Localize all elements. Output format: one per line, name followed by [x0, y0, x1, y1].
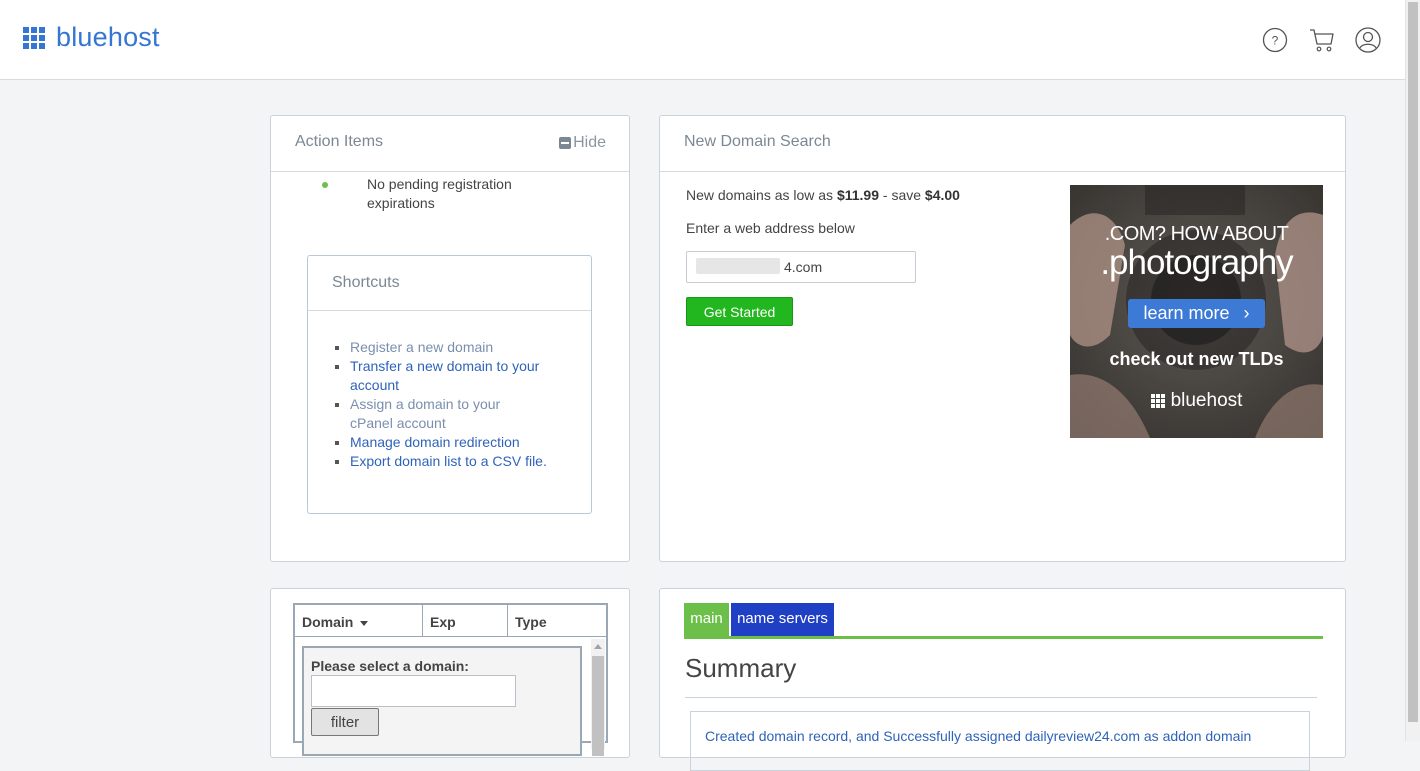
shortcut-item: Manage domain redirection — [350, 433, 580, 452]
domain-search-panel: New Domain Search New domains as low as … — [659, 115, 1346, 562]
domain-table: Domain Exp Type Please select a domain: … — [293, 603, 608, 756]
domain-table-header: Domain Exp Type — [295, 605, 606, 637]
action-items-title: Action Items — [295, 133, 384, 150]
hide-toggle[interactable]: Hide — [559, 134, 606, 152]
filter-button[interactable]: filter — [311, 708, 379, 736]
shortcuts-box: Shortcuts Register a new domain Transfer… — [307, 255, 592, 514]
shortcuts-divider — [308, 310, 591, 311]
scroll-up-icon[interactable] — [594, 644, 602, 649]
promo-save: $4.00 — [924, 187, 960, 203]
chevron-right-icon: › — [1243, 303, 1250, 323]
learn-more-label: learn more — [1143, 303, 1230, 323]
collapse-icon — [559, 137, 572, 149]
panel-divider — [271, 171, 629, 172]
tab-name-servers[interactable]: name servers — [731, 603, 834, 637]
column-type[interactable]: Type — [507, 605, 606, 636]
promo-price: $11.99 — [836, 187, 880, 203]
svg-text:?: ? — [1272, 34, 1279, 48]
shortcut-transfer-link[interactable]: Transfer a new domain to your account — [350, 358, 539, 393]
summary-message-box: Created domain record, and Successfully … — [690, 711, 1310, 771]
domain-filter-input[interactable] — [311, 675, 516, 707]
sort-caret-icon — [360, 620, 369, 626]
shortcut-export-csv-link[interactable]: Export domain list to a CSV file. — [350, 453, 547, 469]
status-line: expirations — [367, 195, 435, 211]
select-domain-label: Please select a domain: — [311, 658, 469, 674]
action-items-panel: Action Items Hide No pending registratio… — [270, 115, 630, 562]
hide-label: Hide — [573, 134, 606, 151]
tab-main[interactable]: main — [684, 603, 729, 637]
domain-list-panel: Domain Exp Type Please select a domain: … — [270, 588, 630, 758]
get-started-button[interactable]: Get Started — [686, 297, 793, 326]
logo-grid-icon — [23, 26, 45, 49]
summary-title: Summary — [685, 653, 797, 683]
shortcut-item: Assign a domain to yourcPanel account — [350, 395, 580, 433]
domain-filter-box: Please select a domain: filter — [302, 646, 582, 756]
scrollbar-thumb[interactable] — [1408, 2, 1418, 722]
scrollbar-thumb[interactable] — [592, 656, 604, 756]
shortcuts-list: Register a new domain Transfer a new dom… — [332, 338, 580, 471]
panel-divider — [660, 171, 1345, 172]
shortcut-item: Export domain list to a CSV file. — [350, 452, 580, 471]
bluehost-logo[interactable]: bluehost — [23, 24, 160, 51]
domain-search-title: New Domain Search — [684, 133, 831, 150]
shortcut-item: Register a new domain — [350, 338, 580, 357]
ad-brand-name: bluehost — [1170, 390, 1243, 411]
ad-subline: check out new TLDs — [1109, 349, 1284, 369]
promo-text: New domains as low as $11.99 - save $4.0… — [686, 187, 960, 203]
status-bullet-icon — [322, 182, 328, 188]
redacted-mask — [696, 258, 780, 274]
help-icon[interactable]: ? — [1261, 26, 1289, 54]
ad-brand: bluehost — [1070, 390, 1323, 412]
top-header: bluehost ? — [0, 0, 1405, 80]
column-exp[interactable]: Exp — [422, 605, 507, 636]
logo-grid-icon — [1150, 394, 1165, 408]
learn-more-button[interactable]: learn more › — [1128, 299, 1265, 328]
page-scrollbar[interactable] — [1405, 0, 1420, 741]
shortcut-register-link[interactable]: Register a new domain — [350, 339, 493, 355]
shortcut-redirection-link[interactable]: Manage domain redirection — [350, 434, 520, 450]
search-instruction: Enter a web address below — [686, 220, 855, 236]
cart-icon[interactable] — [1308, 26, 1336, 54]
shortcut-item: Transfer a new domain to youraccount — [350, 357, 580, 395]
account-icon[interactable] — [1354, 26, 1382, 54]
column-domain[interactable]: Domain — [295, 605, 422, 636]
status-line: No pending registration — [367, 176, 512, 192]
tab-underline — [684, 636, 1323, 639]
summary-divider — [685, 697, 1317, 698]
table-scrollbar[interactable] — [591, 639, 605, 756]
summary-message: Created domain record, and Successfully … — [705, 728, 1252, 744]
shortcuts-title: Shortcuts — [332, 274, 400, 291]
brand-name: bluehost — [56, 22, 160, 52]
summary-panel: main name servers Summary Created domain… — [659, 588, 1346, 771]
photography-ad-banner[interactable]: .COM? HOW ABOUT .photography learn more … — [1070, 185, 1323, 438]
status-text: No pending registration expirations — [367, 175, 512, 213]
ad-tld: .photography — [1100, 243, 1293, 282]
shortcut-assign-link[interactable]: Assign a domain to your cPanel account — [350, 396, 500, 431]
